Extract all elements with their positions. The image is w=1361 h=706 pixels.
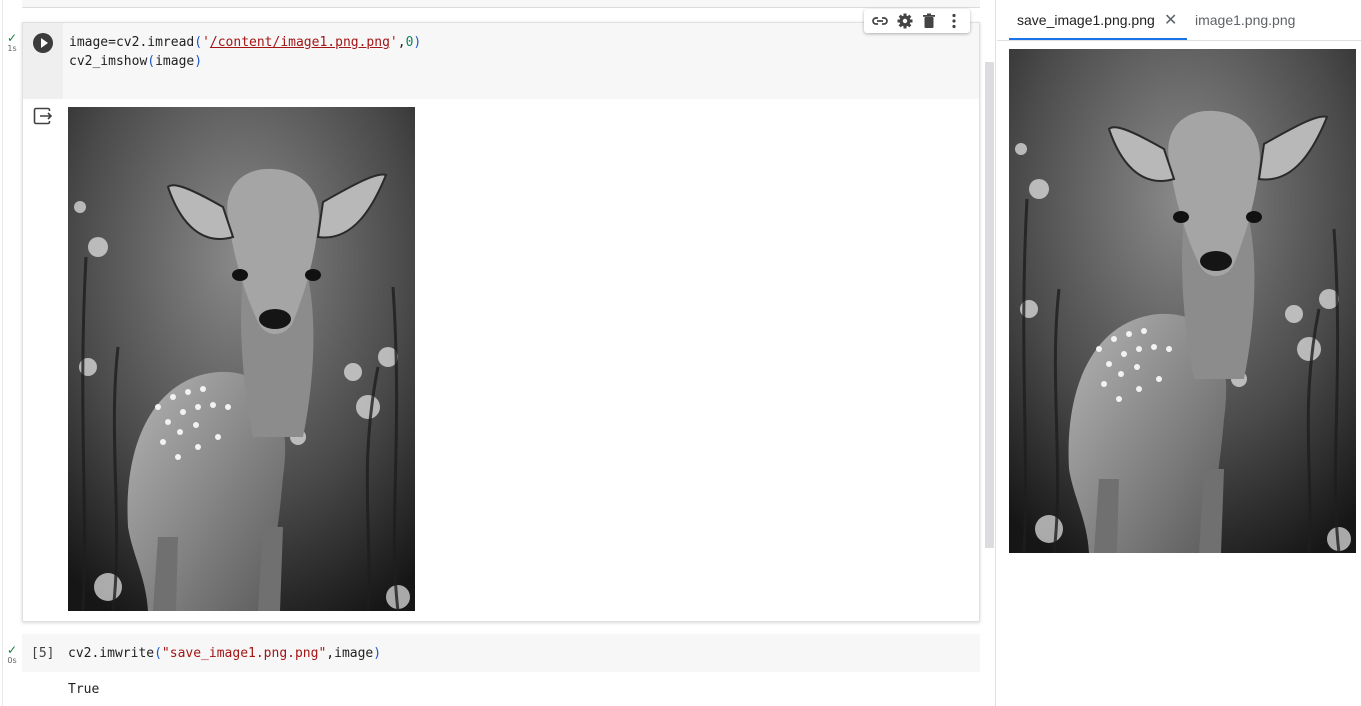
more-vert-icon[interactable] (944, 11, 964, 31)
code-token: ) (413, 35, 422, 50)
code-cell-2[interactable]: [5] cv2.imwrite("save_image1.png.png",im… (22, 634, 980, 672)
scrollbar-thumb[interactable] (985, 62, 994, 548)
code-token: , (397, 35, 406, 50)
code-text[interactable]: image=cv2.imread('/content/image1.png.pn… (69, 33, 421, 71)
tab-label: image1.png.png (1195, 12, 1296, 28)
cell-toolbar (864, 9, 970, 33)
tab-image1[interactable]: image1.png.png (1195, 0, 1295, 41)
check-icon: ✓ (6, 31, 18, 45)
file-tabs: save_image1.png.png ✕ image1.png.png (997, 0, 1361, 41)
cell2-output-text: True (68, 682, 100, 697)
code-token: ' (202, 35, 210, 50)
run-cell-button[interactable] (33, 33, 53, 53)
execution-count: [5] (31, 646, 55, 661)
code-token: ) (194, 54, 203, 69)
code-token: image=cv2.imread (69, 35, 195, 50)
file-viewer-panel: save_image1.png.png ✕ image1.png.png (997, 0, 1361, 706)
code-token: cv2.imwrite (68, 646, 155, 661)
code-text[interactable]: cv2.imwrite("save_image1.png.png",image) (68, 644, 381, 663)
tab-save-image1[interactable]: save_image1.png.png ✕ (1009, 0, 1187, 40)
gutter-divider (2, 0, 3, 706)
trash-icon[interactable] (919, 11, 939, 31)
code-editor[interactable]: image=cv2.imread('/content/image1.png.pn… (23, 23, 979, 99)
tab-label: save_image1.png.png (1017, 12, 1155, 28)
code-token: ( (194, 35, 203, 50)
check-icon: ✓ (6, 643, 18, 657)
deer-photo-icon (1009, 49, 1356, 553)
cell1-exec-time: 1s (7, 44, 17, 53)
notebook-area: ✓ 1s image=cv2.imread('/content/image1.p… (0, 0, 996, 706)
output-actions-icon[interactable] (33, 107, 53, 125)
code-token: cv2_imshow (69, 54, 148, 69)
gear-icon[interactable] (895, 11, 915, 31)
code-token: ,image (326, 646, 374, 661)
code-cell-1[interactable]: image=cv2.imread('/content/image1.png.pn… (22, 22, 980, 622)
code-token: ( (147, 54, 156, 69)
cell2-exec-time: 0s (7, 656, 17, 665)
file-path-link[interactable]: /content/image1.png.png (210, 35, 390, 50)
close-icon[interactable]: ✕ (1164, 0, 1177, 41)
cell1-exec-status: ✓ 1s (4, 32, 20, 53)
deer-photo-icon (68, 107, 415, 611)
code-token: ) (373, 646, 382, 661)
code-token: ( (154, 646, 162, 661)
code-token: ' (389, 35, 398, 50)
run-column (23, 23, 63, 99)
code-token: image (155, 54, 195, 69)
previous-cell-edge (22, 0, 980, 8)
cell2-exec-status: ✓ 0s (4, 644, 20, 665)
link-icon[interactable] (870, 11, 890, 31)
code-token: "save_image1.png.png" (161, 646, 327, 661)
